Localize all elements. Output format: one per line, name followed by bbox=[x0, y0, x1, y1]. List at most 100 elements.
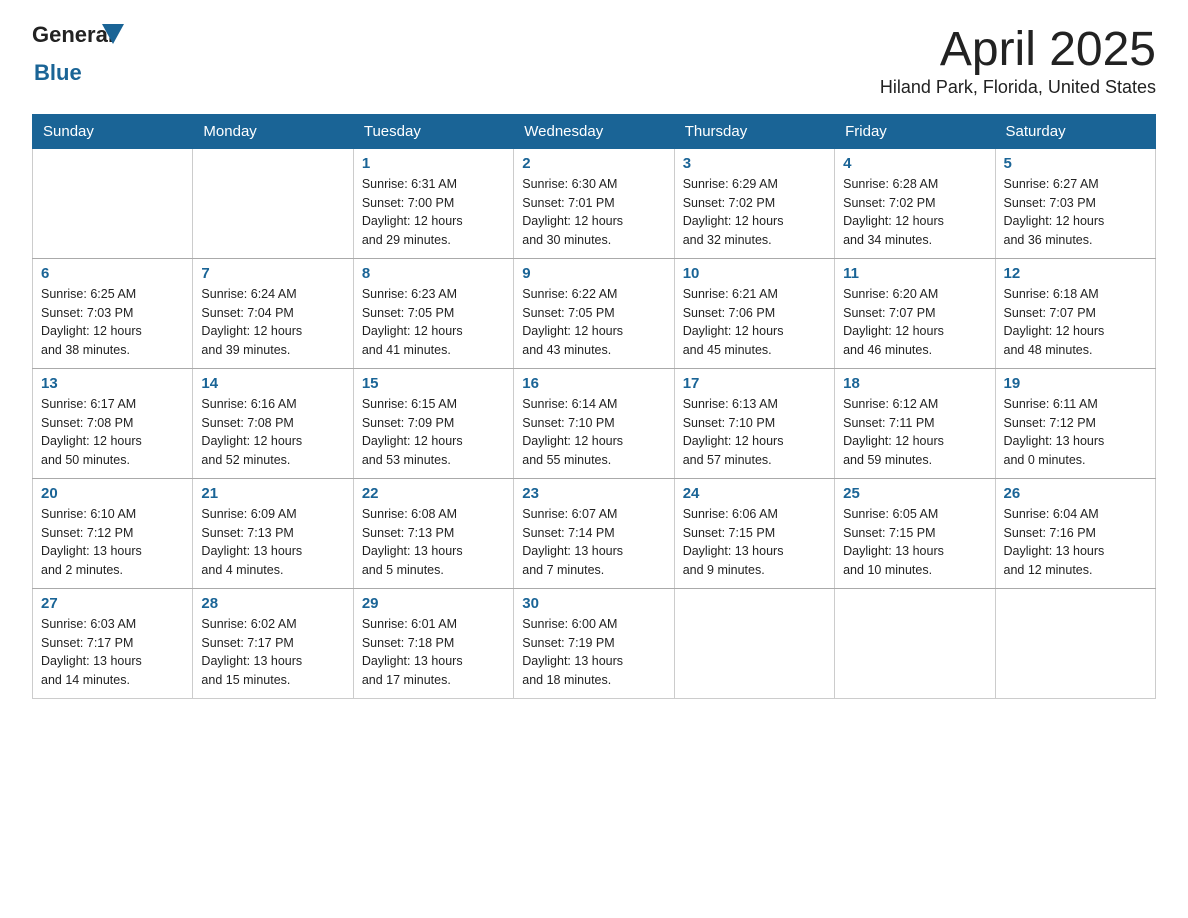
day-number: 8 bbox=[362, 265, 505, 282]
calendar-cell: 14Sunrise: 6:16 AM Sunset: 7:08 PM Dayli… bbox=[193, 368, 353, 478]
day-number: 12 bbox=[1004, 265, 1147, 282]
day-number: 24 bbox=[683, 485, 826, 502]
calendar-week-row: 13 Sunrise: 6:17 AM Sunset: 7:08 PM Dayli… bbox=[33, 368, 1156, 478]
day-number: 6 bbox=[41, 265, 184, 282]
day-number: 18 bbox=[843, 375, 986, 392]
calendar-week-row: 20 Sunrise: 6:10 AM Sunset: 7:12 PM Dayli… bbox=[33, 478, 1156, 588]
day-number: 30 bbox=[522, 595, 665, 612]
calendar-cell: 16Sunrise: 6:14 AM Sunset: 7:10 PM Dayli… bbox=[514, 368, 674, 478]
day-number: 20 bbox=[41, 485, 184, 502]
calendar-cell: 27 Sunrise: 6:03 AM Sunset: 7:17 PM Dayli… bbox=[33, 588, 193, 698]
day-number: 1 bbox=[362, 155, 505, 172]
calendar-cell: 7 Sunrise: 6:24 AM Sunset: 7:04 PM Daylig… bbox=[193, 258, 353, 368]
day-info: Sunrise: 6:03 AM Sunset: 7:17 PM Dayligh… bbox=[41, 615, 184, 690]
calendar-cell bbox=[995, 588, 1155, 698]
calendar-week-row: 1 Sunrise: 6:31 AM Sunset: 7:00 PM Daylig… bbox=[33, 148, 1156, 258]
calendar-cell: 30 Sunrise: 6:00 AM Sunset: 7:19 PM Dayli… bbox=[514, 588, 674, 698]
calendar-cell: 23Sunrise: 6:07 AM Sunset: 7:14 PM Dayli… bbox=[514, 478, 674, 588]
calendar-cell: 26Sunrise: 6:04 AM Sunset: 7:16 PM Dayli… bbox=[995, 478, 1155, 588]
month-year-title: April 2025 bbox=[880, 24, 1156, 77]
logo: GeneralBlue bbox=[32, 24, 124, 84]
calendar-cell: 11 Sunrise: 6:20 AM Sunset: 7:07 PM Dayli… bbox=[835, 258, 995, 368]
calendar-cell: 20 Sunrise: 6:10 AM Sunset: 7:12 PM Dayli… bbox=[33, 478, 193, 588]
day-number: 15 bbox=[362, 375, 505, 392]
calendar-cell: 8Sunrise: 6:23 AM Sunset: 7:05 PM Daylig… bbox=[353, 258, 513, 368]
day-info: Sunrise: 6:25 AM Sunset: 7:03 PM Dayligh… bbox=[41, 285, 184, 360]
day-number: 25 bbox=[843, 485, 986, 502]
day-number: 28 bbox=[201, 595, 344, 612]
day-number: 10 bbox=[683, 265, 826, 282]
day-info: Sunrise: 6:11 AM Sunset: 7:12 PM Dayligh… bbox=[1004, 395, 1147, 470]
day-info: Sunrise: 6:30 AM Sunset: 7:01 PM Dayligh… bbox=[522, 175, 665, 250]
calendar-cell: 15 Sunrise: 6:15 AM Sunset: 7:09 PM Dayli… bbox=[353, 368, 513, 478]
calendar-cell: 17 Sunrise: 6:13 AM Sunset: 7:10 PM Dayli… bbox=[674, 368, 834, 478]
calendar-cell bbox=[193, 148, 353, 258]
weekday-header-thursday: Thursday bbox=[674, 114, 834, 148]
day-number: 13 bbox=[41, 375, 184, 392]
day-info: Sunrise: 6:06 AM Sunset: 7:15 PM Dayligh… bbox=[683, 505, 826, 580]
day-number: 11 bbox=[843, 265, 986, 282]
day-info: Sunrise: 6:24 AM Sunset: 7:04 PM Dayligh… bbox=[201, 285, 344, 360]
day-info: Sunrise: 6:12 AM Sunset: 7:11 PM Dayligh… bbox=[843, 395, 986, 470]
page-header: GeneralBlue April 2025 Hiland Park, Flor… bbox=[32, 24, 1156, 98]
day-number: 5 bbox=[1004, 155, 1147, 172]
weekday-header-saturday: Saturday bbox=[995, 114, 1155, 148]
day-info: Sunrise: 6:17 AM Sunset: 7:08 PM Dayligh… bbox=[41, 395, 184, 470]
calendar-cell: 13 Sunrise: 6:17 AM Sunset: 7:08 PM Dayli… bbox=[33, 368, 193, 478]
day-number: 7 bbox=[201, 265, 344, 282]
day-info: Sunrise: 6:13 AM Sunset: 7:10 PM Dayligh… bbox=[683, 395, 826, 470]
day-info: Sunrise: 6:27 AM Sunset: 7:03 PM Dayligh… bbox=[1004, 175, 1147, 250]
day-number: 4 bbox=[843, 155, 986, 172]
calendar-cell: 3Sunrise: 6:29 AM Sunset: 7:02 PM Daylig… bbox=[674, 148, 834, 258]
calendar-cell: 1 Sunrise: 6:31 AM Sunset: 7:00 PM Daylig… bbox=[353, 148, 513, 258]
calendar-cell: 25 Sunrise: 6:05 AM Sunset: 7:15 PM Dayli… bbox=[835, 478, 995, 588]
weekday-header-row: SundayMondayTuesdayWednesdayThursdayFrid… bbox=[33, 114, 1156, 148]
day-info: Sunrise: 6:01 AM Sunset: 7:18 PM Dayligh… bbox=[362, 615, 505, 690]
day-info: Sunrise: 6:10 AM Sunset: 7:12 PM Dayligh… bbox=[41, 505, 184, 580]
calendar-cell: 21Sunrise: 6:09 AM Sunset: 7:13 PM Dayli… bbox=[193, 478, 353, 588]
day-number: 26 bbox=[1004, 485, 1147, 502]
day-number: 23 bbox=[522, 485, 665, 502]
day-info: Sunrise: 6:22 AM Sunset: 7:05 PM Dayligh… bbox=[522, 285, 665, 360]
day-number: 27 bbox=[41, 595, 184, 612]
day-number: 19 bbox=[1004, 375, 1147, 392]
day-number: 17 bbox=[683, 375, 826, 392]
weekday-header-monday: Monday bbox=[193, 114, 353, 148]
logo-triangle-icon bbox=[102, 24, 124, 44]
calendar-cell: 29 Sunrise: 6:01 AM Sunset: 7:18 PM Dayli… bbox=[353, 588, 513, 698]
location-subtitle: Hiland Park, Florida, United States bbox=[880, 77, 1156, 98]
calendar-cell: 6 Sunrise: 6:25 AM Sunset: 7:03 PM Daylig… bbox=[33, 258, 193, 368]
day-number: 22 bbox=[362, 485, 505, 502]
weekday-header-sunday: Sunday bbox=[33, 114, 193, 148]
header-right: April 2025 Hiland Park, Florida, United … bbox=[880, 24, 1156, 98]
day-number: 9 bbox=[522, 265, 665, 282]
day-number: 2 bbox=[522, 155, 665, 172]
logo-blue-text: Blue bbox=[34, 62, 82, 84]
day-number: 29 bbox=[362, 595, 505, 612]
day-info: Sunrise: 6:16 AM Sunset: 7:08 PM Dayligh… bbox=[201, 395, 344, 470]
day-info: Sunrise: 6:05 AM Sunset: 7:15 PM Dayligh… bbox=[843, 505, 986, 580]
day-info: Sunrise: 6:20 AM Sunset: 7:07 PM Dayligh… bbox=[843, 285, 986, 360]
day-info: Sunrise: 6:31 AM Sunset: 7:00 PM Dayligh… bbox=[362, 175, 505, 250]
weekday-header-tuesday: Tuesday bbox=[353, 114, 513, 148]
calendar-cell bbox=[835, 588, 995, 698]
day-number: 21 bbox=[201, 485, 344, 502]
calendar-cell: 4 Sunrise: 6:28 AM Sunset: 7:02 PM Daylig… bbox=[835, 148, 995, 258]
calendar-cell: 5 Sunrise: 6:27 AM Sunset: 7:03 PM Daylig… bbox=[995, 148, 1155, 258]
day-info: Sunrise: 6:28 AM Sunset: 7:02 PM Dayligh… bbox=[843, 175, 986, 250]
day-info: Sunrise: 6:14 AM Sunset: 7:10 PM Dayligh… bbox=[522, 395, 665, 470]
day-info: Sunrise: 6:21 AM Sunset: 7:06 PM Dayligh… bbox=[683, 285, 826, 360]
day-info: Sunrise: 6:29 AM Sunset: 7:02 PM Dayligh… bbox=[683, 175, 826, 250]
calendar-week-row: 6 Sunrise: 6:25 AM Sunset: 7:03 PM Daylig… bbox=[33, 258, 1156, 368]
calendar-week-row: 27 Sunrise: 6:03 AM Sunset: 7:17 PM Dayli… bbox=[33, 588, 1156, 698]
calendar-cell: 19 Sunrise: 6:11 AM Sunset: 7:12 PM Dayli… bbox=[995, 368, 1155, 478]
calendar-cell: 18 Sunrise: 6:12 AM Sunset: 7:11 PM Dayli… bbox=[835, 368, 995, 478]
day-info: Sunrise: 6:00 AM Sunset: 7:19 PM Dayligh… bbox=[522, 615, 665, 690]
calendar-cell: 28 Sunrise: 6:02 AM Sunset: 7:17 PM Dayli… bbox=[193, 588, 353, 698]
day-info: Sunrise: 6:15 AM Sunset: 7:09 PM Dayligh… bbox=[362, 395, 505, 470]
day-info: Sunrise: 6:08 AM Sunset: 7:13 PM Dayligh… bbox=[362, 505, 505, 580]
calendar-cell: 2 Sunrise: 6:30 AM Sunset: 7:01 PM Daylig… bbox=[514, 148, 674, 258]
day-info: Sunrise: 6:02 AM Sunset: 7:17 PM Dayligh… bbox=[201, 615, 344, 690]
weekday-header-friday: Friday bbox=[835, 114, 995, 148]
calendar-cell: 10 Sunrise: 6:21 AM Sunset: 7:06 PM Dayli… bbox=[674, 258, 834, 368]
